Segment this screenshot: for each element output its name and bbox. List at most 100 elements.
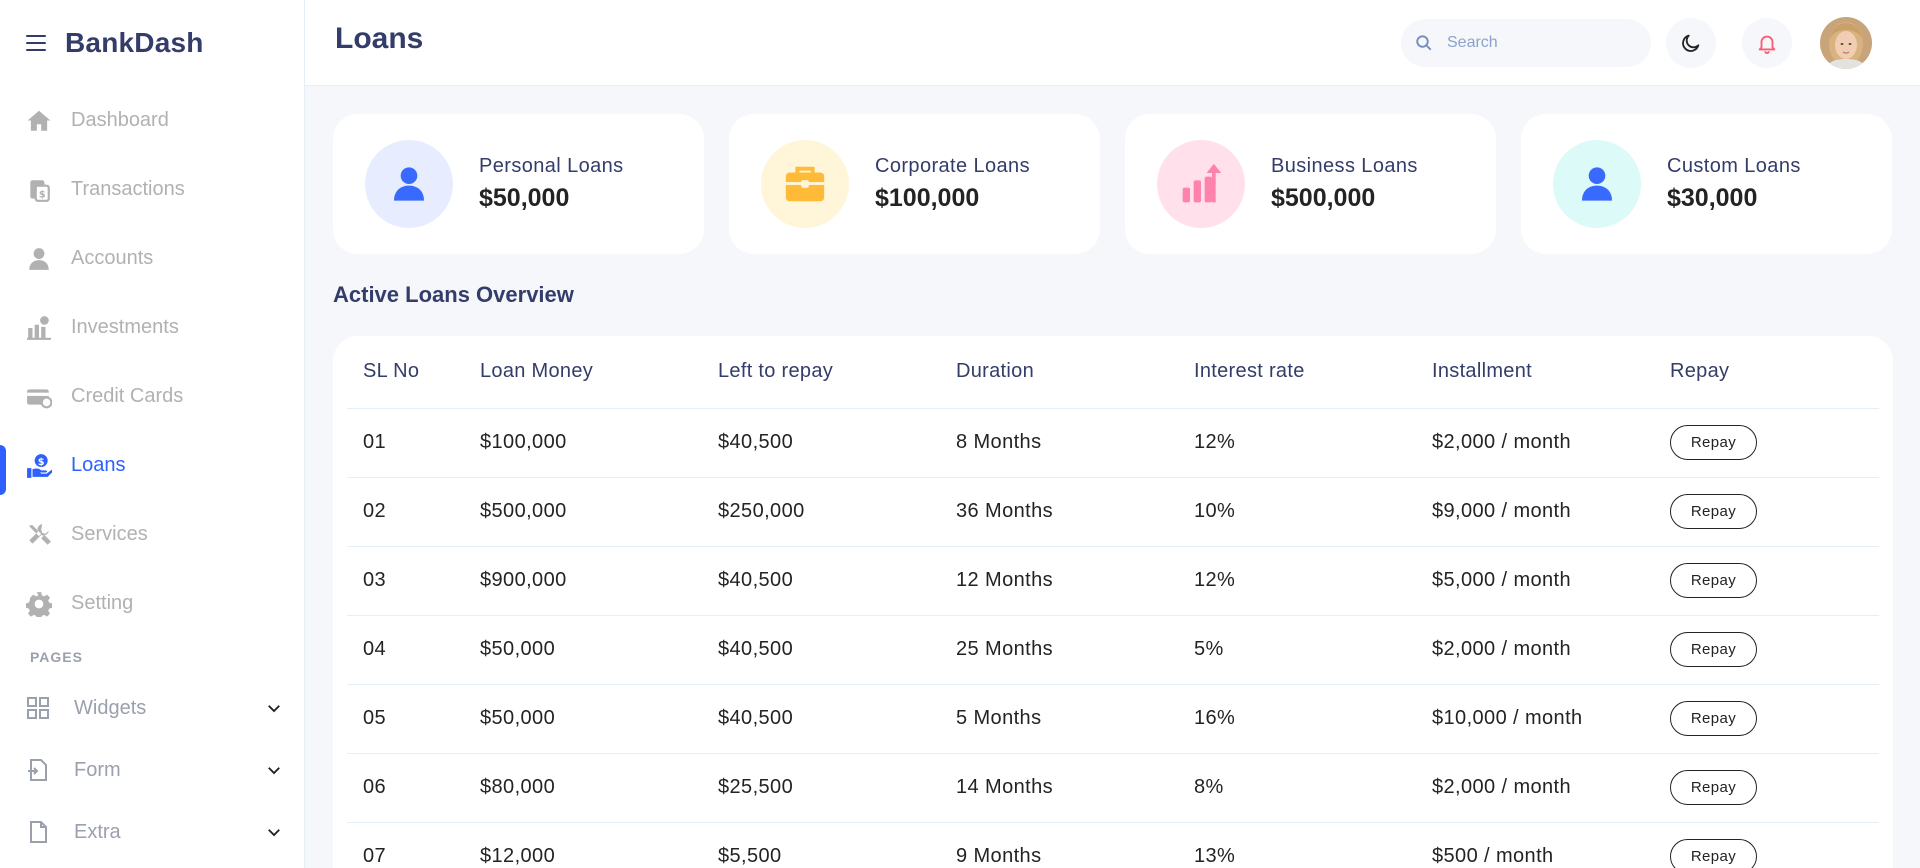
table-row: 03 $900,000 $40,500 12 Months 12% $5,000… [347, 546, 1879, 616]
table-cell: 10% [1194, 477, 1432, 547]
table-cell: $40,500 [718, 615, 956, 685]
table-row: 05 $50,000 $40,500 5 Months 16% $10,000 … [347, 684, 1879, 754]
table-cell: 12% [1194, 546, 1432, 616]
sidebar-item-label: Dashboard [71, 109, 169, 131]
active-loans-table-card: SL No Loan Money Left to repay Duration … [333, 336, 1893, 868]
column-header: Duration [956, 336, 1194, 409]
loan-card-custom: Custom Loans $30,000 [1521, 114, 1892, 254]
sidebar-item-label: Widgets [74, 696, 147, 719]
sidebar-item-transactions[interactable]: $ Transactions [0, 155, 305, 224]
table-row: 04 $50,000 $40,500 25 Months 5% $2,000 /… [347, 615, 1879, 685]
chevron-down-icon[interactable] [265, 699, 283, 717]
table-cell: 9 Months [956, 822, 1194, 868]
repay-button[interactable]: Repay [1670, 563, 1757, 598]
search-box[interactable] [1401, 19, 1651, 67]
briefcase-icon [785, 166, 825, 202]
table-row: 01 $100,000 $40,500 8 Months 12% $2,000 … [347, 408, 1879, 478]
table-cell: 16% [1194, 684, 1432, 754]
active-loans-table: SL No Loan Money Left to repay Duration … [347, 336, 1879, 868]
sidebar-item-dashboard[interactable]: Dashboard [0, 86, 305, 155]
section-title: Active Loans Overview [333, 282, 574, 307]
column-header: Repay [1670, 336, 1879, 409]
theme-toggle-button[interactable] [1666, 18, 1716, 68]
search-input[interactable] [1447, 34, 1627, 52]
card-text: Corporate Loans $100,000 [875, 155, 1030, 213]
brand: BankDash [26, 24, 204, 62]
sidebar-item-extra[interactable]: Extra [0, 801, 305, 863]
page-title: Loans [335, 22, 424, 55]
chevron-down-icon[interactable] [265, 761, 283, 779]
menu-toggle-icon[interactable] [26, 35, 46, 51]
repay-button[interactable]: Repay [1670, 839, 1757, 868]
repay-button[interactable]: Repay [1670, 494, 1757, 529]
card-value: $500,000 [1271, 184, 1376, 212]
loan-card-corporate: Corporate Loans $100,000 [729, 114, 1100, 254]
card-value: $30,000 [1667, 184, 1758, 212]
sidebar-item-setting[interactable]: Setting [0, 569, 305, 638]
sidebar-item-label: Transactions [71, 178, 185, 200]
svg-text:$: $ [39, 189, 46, 200]
notifications-button[interactable] [1742, 18, 1792, 68]
repay-button[interactable]: Repay [1670, 632, 1757, 667]
table-cell: 36 Months [956, 477, 1194, 547]
table-cell: Repay [1670, 615, 1879, 685]
table-cell: Repay [1670, 684, 1879, 754]
table-cell: 8% [1194, 753, 1432, 823]
user-photo-icon [1820, 17, 1872, 69]
table-cell: 14 Months [956, 753, 1194, 823]
table-cell: $2,000 / month [1432, 615, 1670, 685]
sidebar-item-services[interactable]: Services [0, 500, 305, 569]
card-text: Custom Loans $30,000 [1667, 155, 1801, 213]
grid-icon [26, 696, 50, 720]
repay-button[interactable]: Repay [1670, 425, 1757, 460]
table-cell: 07 [347, 822, 480, 868]
chevron-down-icon[interactable] [265, 823, 283, 841]
table-cell: Repay [1670, 546, 1879, 616]
sidebar-item-widgets[interactable]: Widgets [0, 677, 305, 739]
table-cell: 03 [347, 546, 480, 616]
card-title: Personal Loans [479, 155, 624, 177]
table-cell: 13% [1194, 822, 1432, 868]
loan-icon: $ [26, 453, 52, 479]
card-title: Business Loans [1271, 155, 1418, 177]
table-cell: $2,000 / month [1432, 408, 1670, 478]
pages-section-title: PAGES [30, 649, 83, 665]
table-cell: 04 [347, 615, 480, 685]
sidebar-item-form[interactable]: Form [0, 739, 305, 801]
services-icon [26, 522, 52, 548]
table-cell: $9,000 / month [1432, 477, 1670, 547]
gear-icon [26, 591, 52, 617]
file-plus-icon [26, 758, 50, 782]
sidebar-item-accounts[interactable]: Accounts [0, 224, 305, 293]
repay-button[interactable]: Repay [1670, 770, 1757, 805]
sidebar-item-loans[interactable]: $ Loans [0, 431, 305, 500]
sidebar-item-credit-cards[interactable]: Credit Cards [0, 362, 305, 431]
card-icon-circle [1157, 140, 1245, 228]
table-cell: $500 / month [1432, 822, 1670, 868]
table-cell: 02 [347, 477, 480, 547]
loan-card-personal: Personal Loans $50,000 [333, 114, 704, 254]
brand-name: BankDash [65, 27, 204, 58]
moon-icon [1682, 34, 1700, 52]
sidebar-item-label: Extra [74, 820, 121, 843]
card-title: Custom Loans [1667, 155, 1801, 177]
table-cell: Repay [1670, 822, 1879, 868]
sidebar-item-investments[interactable]: Investments [0, 293, 305, 362]
table-cell: $5,000 / month [1432, 546, 1670, 616]
table-cell: 06 [347, 753, 480, 823]
table-cell: $25,500 [718, 753, 956, 823]
table-cell: Repay [1670, 408, 1879, 478]
table-cell: 12 Months [956, 546, 1194, 616]
card-title: Corporate Loans [875, 155, 1030, 177]
table-cell: $50,000 [480, 684, 718, 754]
sidebar-item-label: Credit Cards [71, 385, 184, 407]
table-cell: $5,500 [718, 822, 956, 868]
table-row: 07 $12,000 $5,500 9 Months 13% $500 / mo… [347, 822, 1879, 868]
repay-button[interactable]: Repay [1670, 701, 1757, 736]
pages-nav: Widgets Form Extra [0, 677, 305, 863]
avatar[interactable] [1820, 17, 1872, 69]
table-cell: 5% [1194, 615, 1432, 685]
card-value: $100,000 [875, 184, 980, 212]
column-header: Loan Money [480, 336, 718, 409]
sidebar-item-label: Setting [71, 592, 134, 614]
